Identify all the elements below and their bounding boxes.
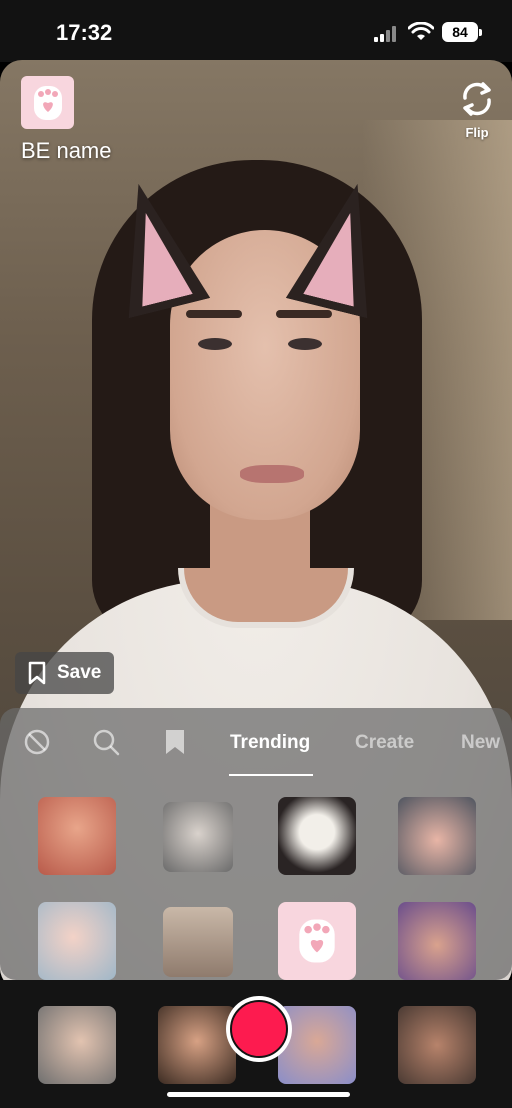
current-effect-thumbnail[interactable]	[21, 76, 74, 129]
carousel-effect-big-head[interactable]	[398, 1006, 476, 1084]
save-label: Save	[57, 662, 102, 683]
record-button[interactable]	[226, 996, 292, 1062]
flip-label: Flip	[465, 125, 489, 140]
carousel-effect-doll[interactable]	[158, 1006, 236, 1084]
carousel-effect-bald[interactable]	[38, 1006, 116, 1084]
bookmark-icon	[28, 661, 46, 685]
status-bar: 17:32 84	[0, 0, 512, 62]
effect-tile-paw[interactable]	[278, 902, 356, 980]
effect-tile-blonde-lips[interactable]	[38, 902, 116, 980]
tab-create[interactable]: Create	[355, 732, 414, 754]
cellular-signal-icon	[374, 26, 400, 42]
effect-tile-mask-face[interactable]	[278, 797, 356, 875]
battery-indicator: 84	[442, 22, 482, 42]
search-icon[interactable]	[92, 728, 120, 756]
effect-tile-mustache[interactable]	[398, 902, 476, 980]
effect-tile-cartoon-cat[interactable]	[163, 802, 233, 872]
wifi-icon	[408, 22, 434, 40]
effect-tile-runner-game[interactable]	[163, 907, 233, 977]
flip-camera-icon	[463, 82, 491, 116]
tab-trending[interactable]: Trending	[230, 732, 310, 754]
flip-camera-button[interactable]: Flip	[452, 80, 502, 140]
save-effect-button[interactable]: Save	[15, 652, 114, 694]
status-time: 17:32	[56, 20, 113, 45]
no-effect-icon[interactable]	[23, 728, 51, 756]
paw-icon	[299, 919, 335, 963]
tab-new[interactable]: New	[461, 732, 500, 754]
effect-name: BE name	[21, 138, 112, 163]
active-tab-indicator	[229, 774, 313, 776]
effect-tile-beanie-face[interactable]	[398, 797, 476, 875]
bookmark-tab-icon[interactable]	[161, 728, 189, 756]
effects-panel: Trending Create New	[0, 708, 512, 980]
home-indicator	[167, 1092, 350, 1097]
paw-icon	[33, 85, 62, 120]
effect-tile-big-lips[interactable]	[38, 797, 116, 875]
